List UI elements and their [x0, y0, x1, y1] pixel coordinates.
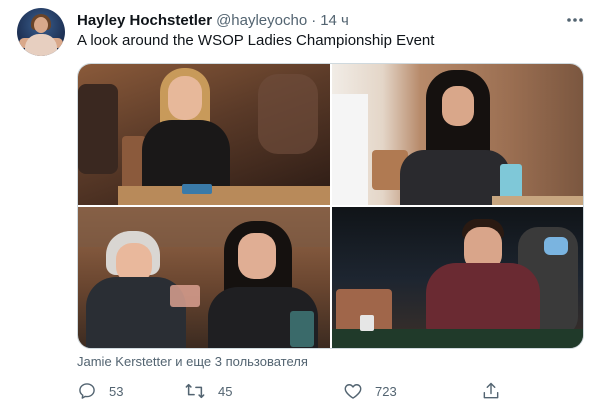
avatar-body [25, 34, 57, 56]
right-subject-face [238, 233, 276, 279]
subject-shirt [426, 263, 540, 333]
share-button[interactable] [481, 378, 501, 404]
neighbor-shirt [332, 94, 368, 205]
tweet-actions: 53 45 723 [77, 378, 507, 404]
retweet-count: 45 [218, 383, 233, 399]
chip-stack [360, 315, 374, 331]
reply-count: 53 [109, 383, 124, 399]
chip-stack [182, 184, 212, 194]
drinks [170, 285, 200, 307]
retweet-icon [185, 383, 205, 399]
heart-icon [344, 384, 362, 399]
subject-face [442, 86, 474, 126]
tumbler [290, 311, 314, 347]
tagged-people[interactable]: Jamie Kerstetter и еще 3 пользователя [77, 354, 308, 369]
photo-4[interactable] [332, 207, 583, 348]
card-table [492, 196, 583, 205]
retweet-button[interactable]: 45 [184, 378, 232, 404]
author-handle[interactable]: @hayleyocho [216, 12, 307, 29]
subject-face [168, 76, 202, 120]
tweet-timestamp[interactable]: 14 ч [320, 12, 349, 29]
avatar-face [34, 17, 48, 33]
tweet-text: A look around the WSOP Ladies Championsh… [77, 32, 435, 49]
mask [544, 237, 568, 255]
more-dots-icon [567, 18, 583, 22]
card-table [118, 186, 330, 205]
reply-button[interactable]: 53 [77, 378, 123, 404]
reply-icon [79, 383, 95, 399]
tweet-card[interactable]: Hayley Hochstetler @hayleyocho · 14 ч A … [0, 0, 603, 418]
bg-player-left [78, 84, 118, 174]
share-icon [483, 382, 499, 399]
tweet-header: Hayley Hochstetler @hayleyocho · 14 ч [77, 10, 349, 30]
separator-dot: · [311, 11, 317, 29]
author-display-name[interactable]: Hayley Hochstetler [77, 12, 212, 29]
like-button[interactable]: 723 [343, 378, 397, 404]
poker-table [332, 329, 583, 348]
photo-2[interactable] [332, 64, 583, 205]
bg-player-right [258, 74, 318, 154]
like-count: 723 [375, 383, 397, 399]
media-grid [77, 63, 584, 349]
photo-1[interactable] [78, 64, 330, 205]
more-options-button[interactable] [563, 8, 587, 32]
avatar[interactable] [17, 8, 65, 56]
photo-3[interactable] [78, 207, 330, 348]
